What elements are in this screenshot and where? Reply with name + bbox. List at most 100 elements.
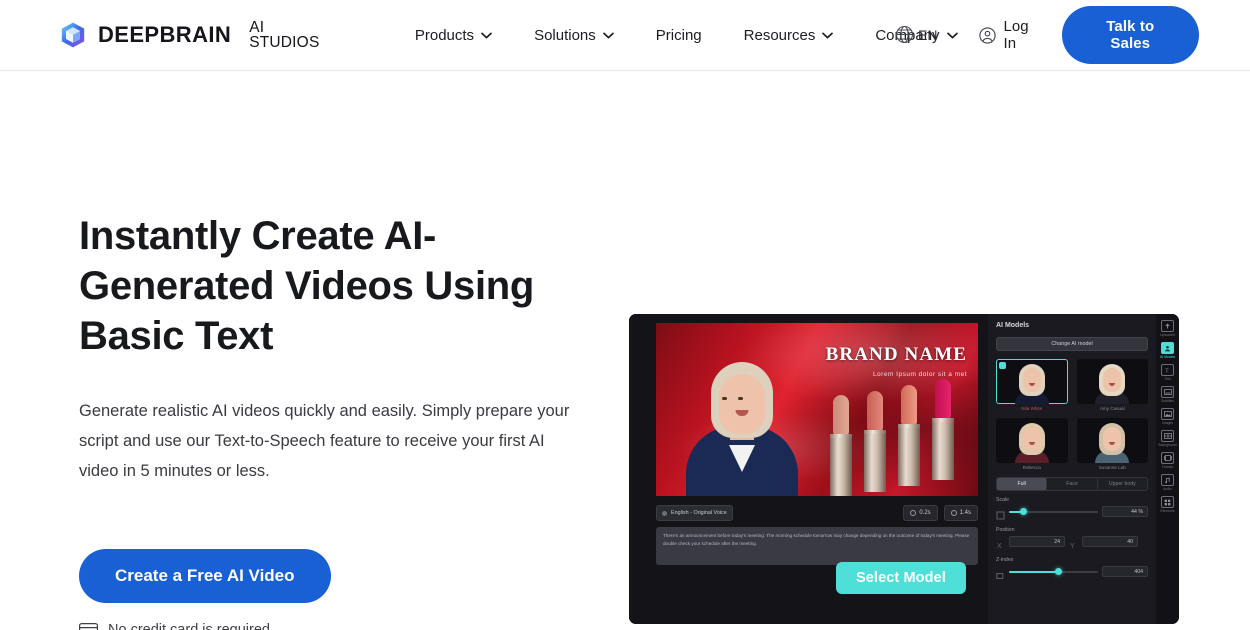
scale-label: Scale: [996, 497, 1009, 503]
position-y-icon: Y: [1069, 537, 1078, 550]
nav-label: Resources: [743, 26, 816, 44]
stage-brand-text: BRAND NAME Lorem Ipsum dolor sit a met: [826, 345, 967, 378]
person-icon: [1161, 342, 1174, 354]
hero-copy: Instantly Create AI-Generated Videos Usi…: [79, 211, 599, 630]
tab-face[interactable]: Face: [1047, 478, 1098, 490]
nav-item-resources[interactable]: Resources: [723, 19, 855, 52]
rail-label: Frames: [1161, 465, 1174, 469]
presenter-face: [719, 374, 765, 434]
nav-item-pricing[interactable]: Pricing: [635, 19, 723, 52]
brand-subtitle: AI STUDIOS: [249, 18, 320, 51]
position-label: Position: [996, 527, 1015, 533]
brand-name: DEEPBRAIN: [98, 22, 232, 47]
rail-item-elements[interactable]: Elements: [1157, 496, 1178, 513]
rail-label: Audio: [1163, 487, 1172, 491]
ai-model-card[interactable]: Nila White: [996, 359, 1068, 411]
rail-item-subtitles[interactable]: Subtitles: [1157, 386, 1178, 403]
time-chip-start[interactable]: 0.2s: [903, 505, 938, 521]
no-credit-card-note: No credit card is required: [79, 622, 599, 630]
rail-item-images[interactable]: Images: [1157, 408, 1178, 425]
time-chip-end[interactable]: 1.4s: [943, 505, 978, 521]
model-thumbnail: [996, 359, 1068, 404]
rail-label: Images: [1161, 421, 1174, 425]
rail-label: AI Models: [1159, 355, 1176, 359]
hero-section: Instantly Create AI-Generated Videos Usi…: [0, 71, 1250, 630]
talk-to-sales-button[interactable]: Talk to Sales: [1061, 6, 1199, 64]
create-free-ai-video-button[interactable]: Create a Free AI Video: [79, 549, 331, 603]
rail-label: Elements: [1160, 509, 1175, 513]
view-mode-tabs: Full Face Upper body: [996, 477, 1148, 491]
ai-model-card[interactable]: Amy Casual: [1076, 359, 1148, 411]
audio-icon: [1161, 474, 1174, 486]
globe-icon: [895, 25, 914, 44]
svg-text:Y: Y: [1070, 543, 1075, 550]
voice-label: English - Original Voice: [671, 510, 727, 516]
rail-item-audio[interactable]: Audio: [1157, 474, 1178, 491]
nav-item-products[interactable]: Products: [394, 19, 513, 52]
change-ai-model-button[interactable]: Change AI model: [996, 337, 1148, 351]
video-preview-stage[interactable]: BRAND NAME Lorem Ipsum dolor sit a met: [656, 323, 978, 496]
nav-label: Pricing: [655, 26, 702, 44]
tab-full[interactable]: Full: [997, 478, 1048, 490]
scale-slider[interactable]: [1009, 507, 1098, 517]
rail-item-frames[interactable]: Frames: [1157, 452, 1178, 469]
login-button[interactable]: Log In: [978, 18, 1044, 52]
chevron-down-icon: [602, 32, 614, 39]
presenter-eye-right: [738, 397, 743, 400]
lipstick-product-group: [830, 379, 972, 496]
app-mockup: BRAND NAME Lorem Ipsum dolor sit a met E…: [629, 314, 1179, 624]
scale-icon: [996, 507, 1005, 520]
script-textarea[interactable]: There's an announcement before today's m…: [656, 527, 978, 565]
rail-label: Subtitles: [1160, 399, 1174, 403]
nav-label: Solutions: [534, 26, 596, 44]
zindex-value-input[interactable]: 404: [1102, 566, 1148, 577]
rail-item-text[interactable]: T Text: [1157, 364, 1178, 381]
ai-model-card[interactable]: Susanne Lab: [1076, 418, 1148, 470]
time-start-label: 0.2s: [919, 510, 931, 516]
position-x-input[interactable]: 24: [1009, 536, 1065, 547]
stage-brand-subtitle: Lorem Ipsum dolor sit a met: [872, 371, 967, 378]
slider-knob[interactable]: [1019, 508, 1027, 515]
tab-upper-body[interactable]: Upper body: [1097, 478, 1147, 490]
rail-label: Uploaded: [1160, 333, 1175, 337]
position-x-icon: X: [996, 537, 1005, 550]
upload-icon: [1161, 320, 1174, 332]
selected-badge-icon: [999, 362, 1006, 369]
text-icon: T: [1161, 364, 1174, 376]
nav-item-solutions[interactable]: Solutions: [513, 19, 635, 52]
rail-item-background[interactable]: Background: [1157, 430, 1178, 447]
scale-control: Scale 44 %: [996, 497, 1148, 520]
language-selector[interactable]: EN: [895, 25, 937, 44]
tool-rail: Uploaded AI Models T Text Subtitles Imag…: [1156, 314, 1179, 624]
zindex-slider[interactable]: [1009, 567, 1098, 577]
position-y-input[interactable]: 40: [1082, 536, 1138, 547]
frames-icon: [1161, 452, 1174, 464]
login-label: Log In: [1003, 18, 1029, 52]
ai-model-card[interactable]: Rebecca: [996, 418, 1068, 470]
clock-icon: [910, 510, 917, 516]
position-control: Position X 24 Y 40: [996, 527, 1148, 550]
ai-model-grid: Nila White Amy Casual Rebecca Susanne La…: [996, 359, 1148, 470]
time-end-label: 1.4s: [959, 510, 971, 516]
rail-label: Background: [1158, 443, 1177, 447]
brand-logo[interactable]: DEEPBRAIN AI STUDIOS: [59, 18, 334, 51]
scale-value-input[interactable]: 44 %: [1102, 506, 1148, 517]
rail-item-uploaded[interactable]: Uploaded: [1157, 320, 1178, 337]
slider-knob[interactable]: [1055, 568, 1063, 575]
ai-models-panel: AI Models Change AI model Nila White Amy…: [988, 314, 1156, 624]
main-nav: Products Solutions Pricing Resources Com…: [394, 19, 979, 52]
svg-text:X: X: [997, 543, 1002, 550]
select-model-tooltip[interactable]: Select Model: [836, 562, 966, 594]
voice-icon: [662, 510, 667, 516]
cube-logo-icon: [59, 21, 87, 49]
voice-selector-chip[interactable]: English - Original Voice: [656, 505, 733, 521]
presenter-collar: [729, 445, 755, 472]
clock-icon: [950, 510, 957, 516]
chevron-down-icon: [481, 32, 492, 39]
rail-item-ai-models[interactable]: AI Models: [1157, 342, 1178, 359]
mockup-editor-canvas: BRAND NAME Lorem Ipsum dolor sit a met E…: [629, 314, 988, 624]
subtitle-icon: [1161, 386, 1174, 398]
credit-card-icon: [79, 623, 98, 630]
rail-label: Text: [1164, 377, 1171, 381]
model-name: Amy Casual: [1099, 406, 1125, 411]
